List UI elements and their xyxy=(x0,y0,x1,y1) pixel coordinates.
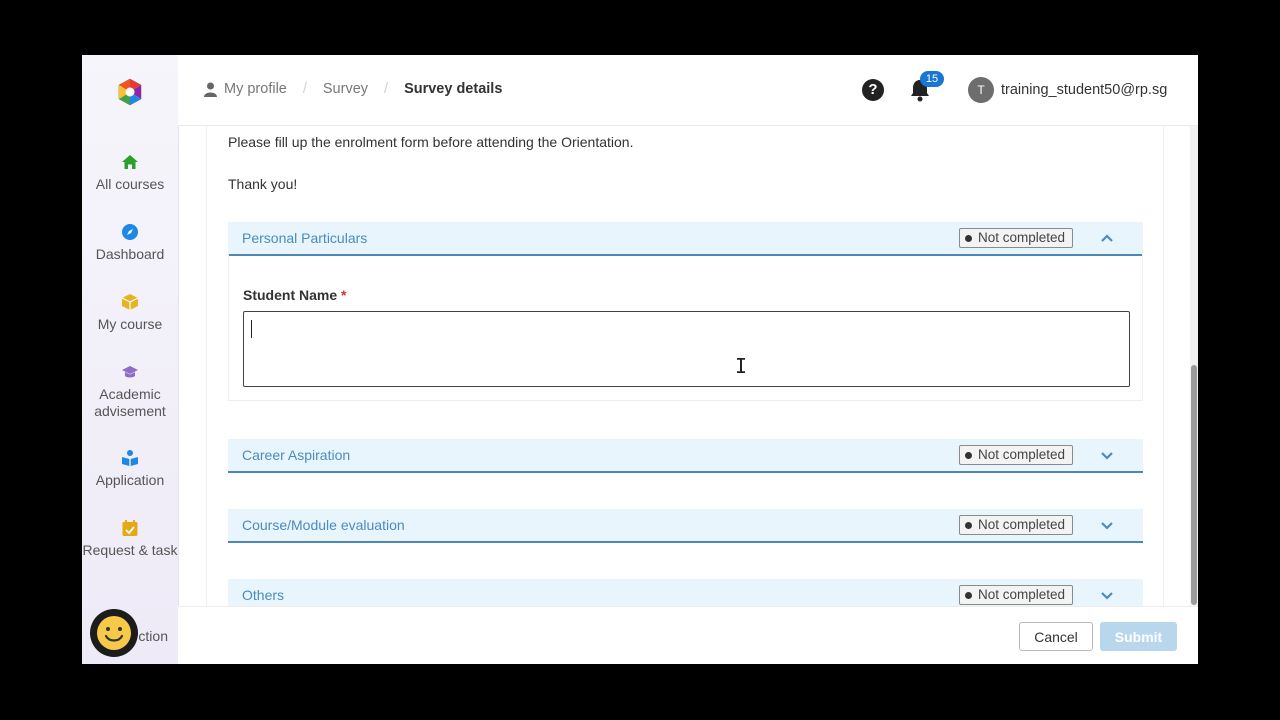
avatar[interactable]: T xyxy=(968,77,994,103)
calendar-check-icon xyxy=(122,520,138,536)
user-icon xyxy=(204,82,217,97)
sidebar-item-label: Request & task xyxy=(82,542,178,558)
sidebar-item-my-course[interactable]: My course xyxy=(82,293,178,333)
status-dot-icon xyxy=(965,451,972,459)
sidebar-item-academic-advisement[interactable]: Academic advisement xyxy=(82,363,178,420)
status-badge: Not completed xyxy=(959,228,1074,248)
status-badge: Not completed xyxy=(959,585,1074,605)
chevron-down-icon[interactable] xyxy=(1100,588,1114,602)
section-course-module-evaluation[interactable]: Course/Module evaluation Not completed xyxy=(228,509,1143,543)
status-badge: Not completed xyxy=(959,445,1074,465)
section-career-aspiration[interactable]: Career Aspiration Not completed xyxy=(228,439,1143,473)
section-title: Course/Module evaluation xyxy=(242,517,405,533)
ibeam-cursor-icon: I xyxy=(735,354,748,378)
section-personal-particulars[interactable]: Personal Particulars Not completed xyxy=(228,222,1143,256)
student-name-label: Student Name * xyxy=(243,287,347,303)
breadcrumb: My profile / Survey / Survey details xyxy=(204,81,502,97)
sidebar-item-label: My course xyxy=(97,316,163,332)
top-bar: My profile / Survey / Survey details ? 1… xyxy=(178,55,1198,126)
status-dot-icon xyxy=(965,521,972,529)
breadcrumb-my-profile[interactable]: My profile xyxy=(224,81,287,97)
graduation-cap-icon xyxy=(122,366,138,378)
status-badge: Not completed xyxy=(959,515,1074,535)
student-name-input[interactable] xyxy=(243,311,1130,387)
chevron-down-icon[interactable] xyxy=(1100,518,1114,532)
section-title: Others xyxy=(242,587,285,603)
status-dot-icon xyxy=(965,591,972,599)
notification-badge: 15 xyxy=(920,71,944,87)
intro-text: Please fill up the enrolment form before… xyxy=(228,134,634,150)
submit-button[interactable]: Submit xyxy=(1100,622,1177,651)
scrollbar-thumb[interactable] xyxy=(1191,365,1197,605)
chevron-up-icon[interactable] xyxy=(1100,231,1114,245)
chat-widget-button[interactable] xyxy=(90,609,138,657)
help-icon[interactable]: ? xyxy=(862,79,884,101)
sidebar-item-all-courses[interactable]: All courses xyxy=(82,153,178,193)
sidebar-item-label: ction xyxy=(138,628,168,644)
breadcrumb-survey[interactable]: Survey xyxy=(323,81,368,97)
sidebar-item-dashboard[interactable]: Dashboard xyxy=(82,223,178,263)
breadcrumb-separator: / xyxy=(302,81,307,97)
home-icon xyxy=(122,155,138,169)
chevron-down-icon[interactable] xyxy=(1100,448,1114,462)
section-title: Personal Particulars xyxy=(242,230,368,246)
user-email[interactable]: training_student50@rp.sg xyxy=(1001,82,1167,98)
breadcrumb-separator: / xyxy=(384,81,389,97)
required-mark: * xyxy=(341,287,347,303)
thank-you-text: Thank you! xyxy=(228,176,298,192)
reader-icon xyxy=(122,450,138,466)
sidebar-item-label: Dashboard xyxy=(95,246,165,262)
box-icon xyxy=(121,294,139,310)
section-others[interactable]: Others Not completed xyxy=(228,579,1143,606)
sidebar-item-request-task[interactable]: Request & task xyxy=(82,519,178,559)
sidebar-item-label: Academic advisement xyxy=(94,386,166,419)
compass-icon xyxy=(122,224,138,240)
breadcrumb-survey-details: Survey details xyxy=(404,81,503,97)
survey-card: Please fill up the enrolment form before… xyxy=(206,126,1164,606)
section-body-personal-particulars: Student Name * xyxy=(228,254,1143,401)
smiley-icon xyxy=(97,616,131,650)
main-content: Please fill up the enrolment form before… xyxy=(178,126,1190,606)
sidebar: All courses Dashboard My course Academic… xyxy=(82,55,179,664)
cancel-button[interactable]: Cancel xyxy=(1019,622,1093,651)
section-title: Career Aspiration xyxy=(242,447,351,463)
sidebar-item-label: Application xyxy=(95,472,165,488)
app-window: All courses Dashboard My course Academic… xyxy=(82,55,1198,664)
text-caret xyxy=(251,320,252,338)
sidebar-item-label: All courses xyxy=(95,176,165,192)
form-footer: Cancel Submit xyxy=(178,606,1198,664)
sidebar-item-application[interactable]: Application xyxy=(82,449,178,489)
status-dot-icon xyxy=(965,234,972,242)
app-logo-icon[interactable] xyxy=(116,78,144,106)
